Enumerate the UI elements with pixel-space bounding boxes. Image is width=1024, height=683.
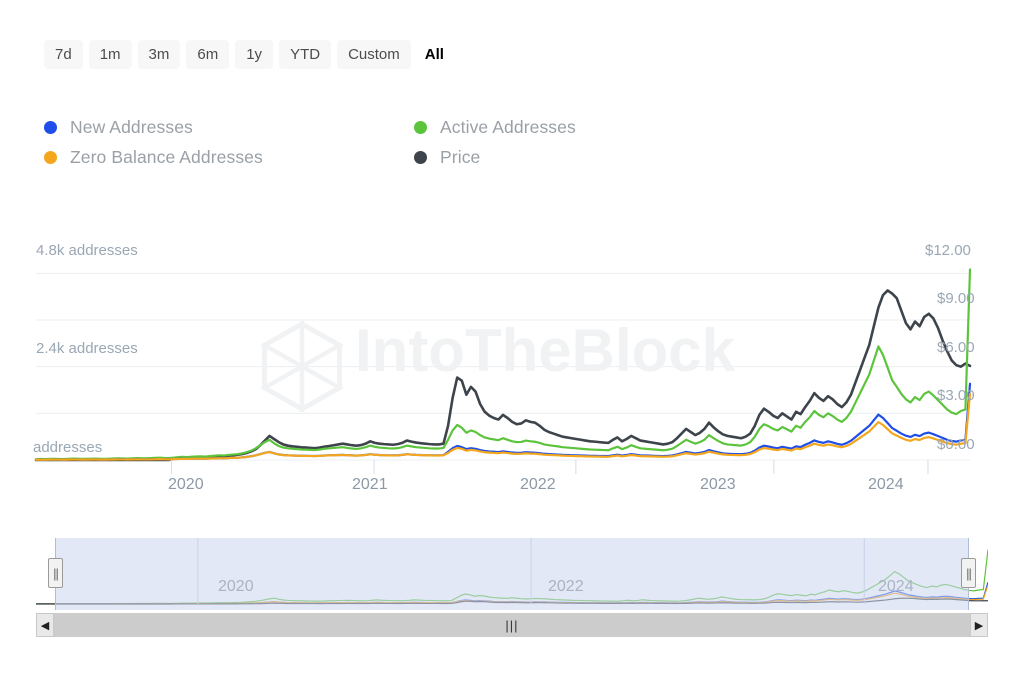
navigator-handle-right[interactable]: || (961, 558, 976, 588)
navigator-year-2022: 2022 (548, 578, 584, 596)
scrollbar-track[interactable]: ||| (54, 613, 970, 637)
range-button-all[interactable]: All (417, 40, 452, 69)
range-button-7d[interactable]: 7d (44, 40, 83, 69)
watermark: IntoTheBlock (265, 317, 736, 409)
navigator-selection-outline (55, 538, 969, 610)
range-button-1y[interactable]: 1y (235, 40, 273, 69)
range-selector: 7d 1m 3m 6m 1y YTD Custom All (44, 40, 452, 69)
navigator-year-2020: 2020 (218, 578, 254, 596)
range-button-1m[interactable]: 1m (89, 40, 132, 69)
series-line-new-addresses (36, 384, 970, 460)
legend-item-new-addresses[interactable]: New Addresses (44, 112, 414, 142)
y-axis-left-label-2: 2.4k addresses (36, 340, 138, 357)
range-button-custom[interactable]: Custom (337, 40, 411, 69)
y-axis-right-label-0: $0.00 (937, 436, 975, 453)
range-button-6m[interactable]: 6m (186, 40, 229, 69)
legend-dot-icon-new-addresses (44, 121, 57, 134)
legend-label-zero-balance-addresses: Zero Balance Addresses (70, 147, 263, 168)
scrollbar-left-arrow-icon[interactable]: ◀ (36, 613, 54, 637)
legend-label-price: Price (440, 147, 480, 168)
legend-item-zero-balance-addresses[interactable]: Zero Balance Addresses (44, 142, 414, 172)
x-axis-ticks (171, 460, 928, 474)
legend-dot-icon-zero-balance-addresses (44, 151, 57, 164)
chart-legend: New Addresses Active Addresses Zero Bala… (44, 112, 704, 172)
x-axis-tick-2021: 2021 (352, 476, 388, 494)
navigator-year-2024: 2024 (878, 578, 914, 596)
chart-page: 7d 1m 3m 6m 1y YTD Custom All New Addres… (0, 0, 1024, 683)
y-axis-right-label-12: $12.00 (925, 242, 971, 259)
main-chart-canvas[interactable]: IntoTheBlock (0, 226, 1024, 516)
legend-item-active-addresses[interactable]: Active Addresses (414, 112, 694, 142)
scrollbar-thumb-grip[interactable]: ||| (54, 613, 970, 637)
y-axis-left-label-1: addresses (33, 439, 102, 456)
main-chart[interactable]: IntoTheBlock 4.8k addresses 2.4k address… (0, 226, 1024, 516)
scrollbar-right-arrow-icon[interactable]: ▶ (970, 613, 988, 637)
drag-handle-icon-left: || (53, 567, 58, 580)
legend-dot-icon-price (414, 151, 427, 164)
legend-dot-icon-active-addresses (414, 121, 427, 134)
legend-label-active-addresses: Active Addresses (440, 117, 576, 138)
chart-navigator[interactable]: 2020 2022 2024 || || (36, 538, 988, 610)
legend-label-new-addresses: New Addresses (70, 117, 193, 138)
legend-item-price[interactable]: Price (414, 142, 694, 172)
x-axis-tick-2022: 2022 (520, 476, 556, 494)
y-axis-right-label-6: $6.00 (937, 339, 975, 356)
x-axis-tick-2024: 2024 (868, 476, 904, 494)
series-line-zero-balance-addresses (36, 394, 970, 460)
watermark-text: IntoTheBlock (355, 317, 736, 384)
y-axis-left-label-3: 4.8k addresses (36, 242, 138, 259)
y-axis-right-label-9: $9.00 (937, 290, 975, 307)
chart-scrollbar[interactable]: ||| ◀ ▶ (36, 613, 988, 637)
x-axis-tick-2023: 2023 (700, 476, 736, 494)
drag-handle-icon-right: || (966, 567, 971, 580)
range-button-ytd[interactable]: YTD (279, 40, 331, 69)
navigator-handle-left[interactable]: || (48, 558, 63, 588)
x-axis-tick-2020: 2020 (168, 476, 204, 494)
y-axis-right-label-3: $3.00 (937, 387, 975, 404)
range-button-3m[interactable]: 3m (138, 40, 181, 69)
